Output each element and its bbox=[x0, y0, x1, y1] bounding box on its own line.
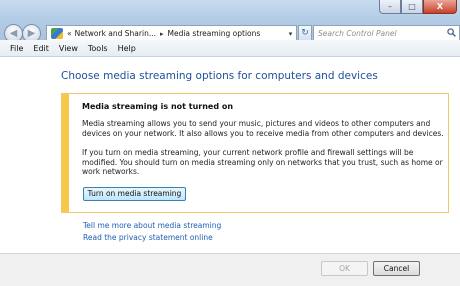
breadcrumb-overflow[interactable]: « bbox=[67, 29, 72, 38]
search-placeholder: Search Control Panel bbox=[318, 29, 397, 38]
turn-on-media-streaming-button[interactable]: Turn on media streaming bbox=[83, 187, 186, 201]
tell-me-more-link[interactable]: Tell me more about media streaming bbox=[83, 221, 221, 230]
cancel-button[interactable]: Cancel bbox=[373, 261, 420, 276]
breadcrumb-separator[interactable]: ▸ bbox=[160, 30, 164, 38]
menu-tools[interactable]: Tools bbox=[83, 44, 113, 53]
address-dropdown-icon[interactable]: ▾ bbox=[285, 30, 296, 38]
ok-button[interactable]: OK bbox=[321, 261, 368, 276]
page-title: Choose media streaming options for compu… bbox=[61, 70, 378, 82]
menu-help[interactable]: Help bbox=[113, 44, 141, 53]
breadcrumb-network-and-sharing[interactable]: Network and Sharin... bbox=[75, 29, 156, 38]
window-controls: – □ X bbox=[379, 0, 457, 14]
menu-edit[interactable]: Edit bbox=[28, 44, 54, 53]
streaming-notice: Media streaming is not turned on Media s… bbox=[61, 93, 449, 213]
notice-warning: If you turn on media streaming, your cur… bbox=[82, 148, 443, 176]
breadcrumb-media-streaming-options[interactable]: Media streaming options bbox=[168, 29, 261, 38]
maximize-button[interactable]: □ bbox=[401, 0, 423, 14]
main-content: Choose media streaming options for compu… bbox=[0, 57, 460, 253]
dialog-button-bar: OK Cancel bbox=[0, 253, 460, 286]
close-button[interactable]: X bbox=[423, 0, 457, 14]
breadcrumb: « Network and Sharin... ▸ Media streamin… bbox=[67, 29, 260, 38]
control-panel-icon bbox=[51, 28, 63, 39]
privacy-statement-link[interactable]: Read the privacy statement online bbox=[83, 233, 213, 242]
menu-bar: File Edit View Tools Help bbox=[0, 40, 460, 57]
menu-view[interactable]: View bbox=[54, 44, 83, 53]
menu-file[interactable]: File bbox=[5, 44, 28, 53]
minimize-button[interactable]: – bbox=[379, 0, 401, 14]
search-icon[interactable] bbox=[447, 28, 456, 37]
notice-heading: Media streaming is not turned on bbox=[82, 102, 234, 111]
notice-accent-bar bbox=[62, 94, 69, 212]
notice-description: Media streaming allows you to send your … bbox=[82, 119, 444, 138]
